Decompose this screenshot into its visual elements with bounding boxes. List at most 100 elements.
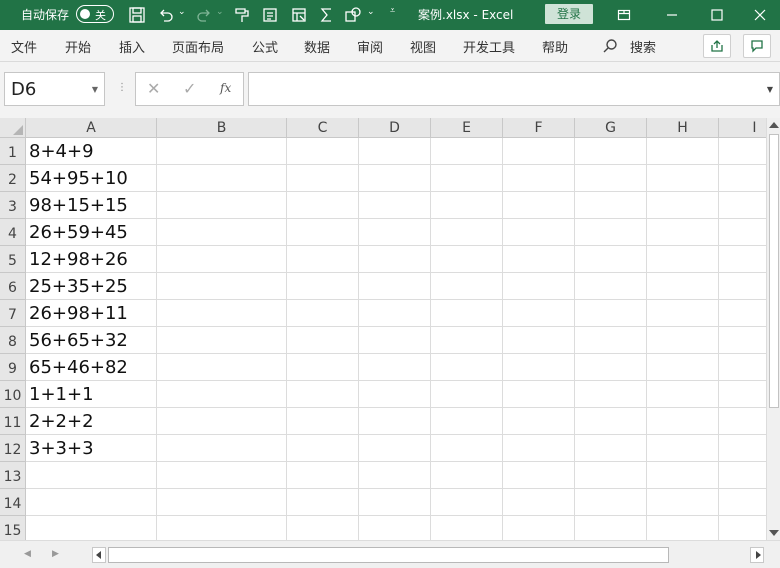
column-header-i[interactable]: I (719, 118, 766, 138)
row-header-2[interactable]: 2 (0, 165, 26, 192)
save-icon[interactable] (127, 5, 147, 25)
share-button[interactable] (703, 34, 731, 58)
print-preview-icon[interactable] (260, 5, 280, 25)
cell-i15[interactable] (719, 516, 766, 540)
row-header-7[interactable]: 7 (0, 300, 26, 327)
column-header-b[interactable]: B (157, 118, 287, 138)
cell-a8[interactable]: 56+65+32 (26, 327, 157, 354)
cell-g3[interactable] (575, 192, 647, 219)
formula-input[interactable]: ▼ (248, 72, 780, 106)
tab-view[interactable]: 视图 (410, 37, 436, 56)
cell-f14[interactable] (503, 489, 575, 516)
shapes-dropdown-icon[interactable]: ⌄ (367, 7, 375, 17)
cell-g15[interactable] (575, 516, 647, 540)
undo-icon[interactable] (156, 5, 176, 25)
cell-f10[interactable] (503, 381, 575, 408)
cell-a10[interactable]: 1+1+1 (26, 381, 157, 408)
shapes-icon[interactable] (343, 5, 363, 25)
cell-c11[interactable] (287, 408, 359, 435)
cell-e12[interactable] (431, 435, 503, 462)
cell-f5[interactable] (503, 246, 575, 273)
cell-d7[interactable] (359, 300, 431, 327)
cell-c13[interactable] (287, 462, 359, 489)
cell-a13[interactable] (26, 462, 157, 489)
cell-g7[interactable] (575, 300, 647, 327)
cell-h1[interactable] (647, 138, 719, 165)
tab-home[interactable]: 开始 (65, 37, 91, 56)
cell-d10[interactable] (359, 381, 431, 408)
tab-page-layout[interactable]: 页面布局 (172, 37, 224, 56)
row-header-14[interactable]: 14 (0, 489, 26, 516)
comments-button[interactable] (743, 34, 771, 58)
search-icon[interactable] (602, 38, 618, 54)
cell-g1[interactable] (575, 138, 647, 165)
scroll-left-icon[interactable] (92, 547, 106, 563)
tab-formulas[interactable]: 公式 (252, 37, 278, 56)
cell-d4[interactable] (359, 219, 431, 246)
cell-e8[interactable] (431, 327, 503, 354)
cell-d15[interactable] (359, 516, 431, 540)
tab-file[interactable]: 文件 (11, 37, 37, 56)
cell-a7[interactable]: 26+98+11 (26, 300, 157, 327)
row-header-5[interactable]: 5 (0, 246, 26, 273)
prev-sheet-icon[interactable]: ◀ (24, 549, 31, 559)
cell-c15[interactable] (287, 516, 359, 540)
cell-h12[interactable] (647, 435, 719, 462)
cell-c7[interactable] (287, 300, 359, 327)
login-button[interactable]: 登录 (545, 4, 593, 24)
cell-h3[interactable] (647, 192, 719, 219)
cell-h8[interactable] (647, 327, 719, 354)
cell-h2[interactable] (647, 165, 719, 192)
cell-h14[interactable] (647, 489, 719, 516)
cell-d1[interactable] (359, 138, 431, 165)
cell-a9[interactable]: 65+46+82 (26, 354, 157, 381)
cell-h13[interactable] (647, 462, 719, 489)
horizontal-scroll-thumb[interactable] (108, 547, 669, 563)
undo-dropdown-icon[interactable]: ⌄ (178, 7, 186, 17)
cell-a14[interactable] (26, 489, 157, 516)
row-header-6[interactable]: 6 (0, 273, 26, 300)
row-header-4[interactable]: 4 (0, 219, 26, 246)
cell-g12[interactable] (575, 435, 647, 462)
cell-g11[interactable] (575, 408, 647, 435)
ribbon-display-options-icon[interactable] (611, 3, 637, 27)
row-header-11[interactable]: 11 (0, 408, 26, 435)
cell-d13[interactable] (359, 462, 431, 489)
cell-b6[interactable] (157, 273, 287, 300)
cell-b15[interactable] (157, 516, 287, 540)
cell-d8[interactable] (359, 327, 431, 354)
cell-b11[interactable] (157, 408, 287, 435)
cell-i3[interactable] (719, 192, 766, 219)
cell-b9[interactable] (157, 354, 287, 381)
cell-a1[interactable]: 8+4+9 (26, 138, 157, 165)
cancel-icon[interactable]: ✕ (147, 79, 160, 98)
form-icon[interactable] (289, 5, 309, 25)
cell-e3[interactable] (431, 192, 503, 219)
tab-help[interactable]: 帮助 (542, 37, 568, 56)
cell-g2[interactable] (575, 165, 647, 192)
cell-h9[interactable] (647, 354, 719, 381)
cell-a12[interactable]: 3+3+3 (26, 435, 157, 462)
spreadsheet-grid[interactable]: A B C D E F G H I 1 8+4+9 2 54+95+10 3 98+15+15 4 26+59+… (0, 118, 766, 540)
cell-f15[interactable] (503, 516, 575, 540)
column-header-h[interactable]: H (647, 118, 719, 138)
name-box[interactable]: D6 ▼ (4, 72, 105, 106)
cell-c9[interactable] (287, 354, 359, 381)
cell-c3[interactable] (287, 192, 359, 219)
cell-e7[interactable] (431, 300, 503, 327)
tab-data[interactable]: 数据 (304, 37, 330, 56)
cell-c4[interactable] (287, 219, 359, 246)
cell-b3[interactable] (157, 192, 287, 219)
cell-g14[interactable] (575, 489, 647, 516)
cell-i5[interactable] (719, 246, 766, 273)
cell-b1[interactable] (157, 138, 287, 165)
cell-h6[interactable] (647, 273, 719, 300)
cell-d5[interactable] (359, 246, 431, 273)
cell-i9[interactable] (719, 354, 766, 381)
cell-e13[interactable] (431, 462, 503, 489)
cell-b5[interactable] (157, 246, 287, 273)
column-header-g[interactable]: G (575, 118, 647, 138)
cell-f9[interactable] (503, 354, 575, 381)
cell-h7[interactable] (647, 300, 719, 327)
cell-f12[interactable] (503, 435, 575, 462)
